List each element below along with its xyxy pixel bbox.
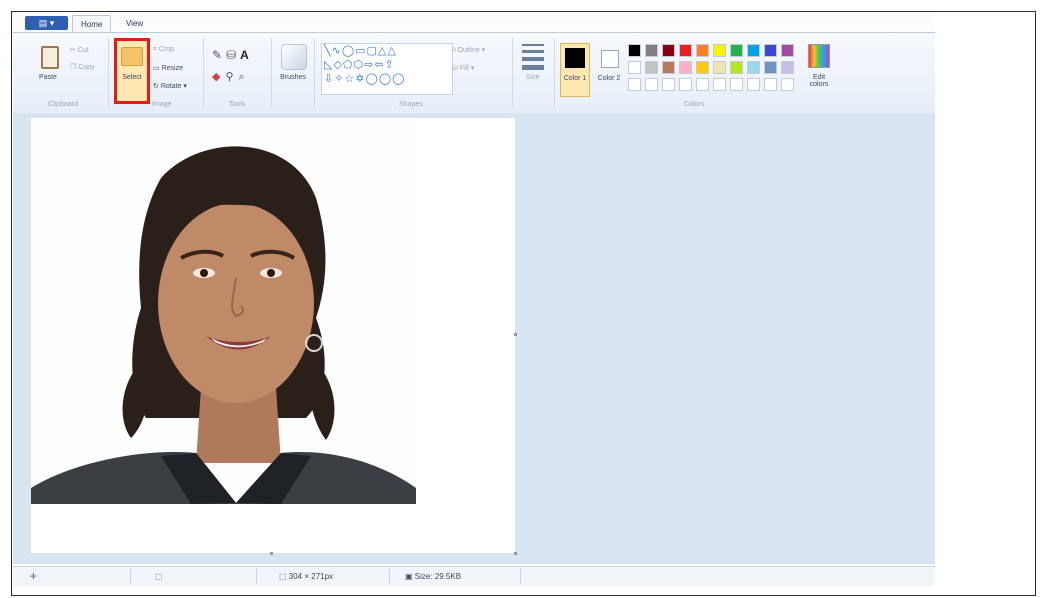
- palette-swatch[interactable]: [696, 61, 709, 74]
- palette-swatch[interactable]: [679, 78, 692, 91]
- palette-swatch[interactable]: [713, 61, 726, 74]
- text-icon[interactable]: A: [240, 48, 253, 62]
- palette-swatch[interactable]: [730, 78, 743, 91]
- tab-home[interactable]: Home: [72, 15, 112, 33]
- palette-swatch[interactable]: [662, 61, 675, 74]
- edit-colors-icon[interactable]: [808, 44, 830, 68]
- tab-view[interactable]: View: [118, 15, 151, 32]
- palette-swatch[interactable]: [747, 78, 760, 91]
- palette-swatch[interactable]: [713, 44, 726, 57]
- palette-swatch[interactable]: [628, 78, 641, 91]
- palette-swatch[interactable]: [747, 61, 760, 74]
- palette-swatch[interactable]: [730, 44, 743, 57]
- palette-swatch[interactable]: [679, 61, 692, 74]
- crop-button[interactable]: ⌗ Crop: [153, 46, 174, 54]
- outline-button[interactable]: ⌑ Outline ▾: [452, 46, 485, 54]
- paste-icon[interactable]: [41, 46, 59, 69]
- palette-swatch[interactable]: [764, 61, 777, 74]
- rotate-button[interactable]: ↻ Rotate ▾: [153, 82, 187, 90]
- copy-button[interactable]: ❐ Copy: [70, 63, 95, 71]
- brushes-button[interactable]: Brushes: [276, 74, 310, 81]
- palette-swatch[interactable]: [645, 44, 658, 57]
- palette-swatch[interactable]: [662, 44, 675, 57]
- edit-colors-button[interactable]: Edit colors: [803, 74, 835, 88]
- palette-swatch[interactable]: [628, 61, 641, 74]
- select-button[interactable]: Select: [114, 74, 150, 81]
- cut-button[interactable]: ✂ Cut: [70, 46, 89, 54]
- palette-swatch[interactable]: [645, 61, 658, 74]
- group-label-clipboard: Clipboard: [48, 101, 78, 108]
- brushes-icon[interactable]: [281, 44, 307, 70]
- color1-button[interactable]: Color 1: [560, 43, 590, 97]
- rotate-icon: ↻: [153, 83, 161, 90]
- size-button[interactable]: Size: [526, 74, 540, 81]
- size-icon[interactable]: [522, 44, 544, 70]
- tools-row1[interactable]: ✎⛁A: [212, 48, 253, 62]
- palette-swatch[interactable]: [628, 44, 641, 57]
- tab-bar: [13, 13, 935, 31]
- resize-handle-right[interactable]: [514, 333, 517, 336]
- cursor-position-icon: ✛: [30, 572, 37, 581]
- resize-handle-corner[interactable]: [514, 552, 517, 555]
- color-picker-icon[interactable]: ⚲: [225, 71, 238, 83]
- palette-swatch[interactable]: [781, 44, 794, 57]
- color2-button[interactable]: Color 2: [594, 43, 624, 97]
- scissors-icon: ✂: [70, 47, 78, 54]
- group-label-shapes: Shapes: [399, 101, 423, 108]
- resize-handle-bottom[interactable]: [270, 552, 273, 555]
- palette-swatch[interactable]: [781, 78, 794, 91]
- face-shape: [158, 203, 314, 403]
- palette-swatch[interactable]: [696, 44, 709, 57]
- palette-swatch[interactable]: [764, 78, 777, 91]
- shapes-gallery[interactable]: ╲∿◯▭▢△△ ◺◇⬠⬡⇨⇦⇧ ⇩✧☆✡◯◯◯: [321, 43, 453, 95]
- palette-swatch[interactable]: [730, 61, 743, 74]
- copy-icon: ❐: [70, 64, 79, 71]
- tools-row2[interactable]: ◆⚲⌕: [212, 70, 250, 84]
- color2-swatch: [601, 50, 619, 68]
- canvas-size-icon: ⬚: [279, 572, 289, 581]
- disk-icon: ▣: [405, 572, 415, 581]
- palette-swatch[interactable]: [764, 44, 777, 57]
- group-label-colors: Colors: [684, 101, 705, 108]
- palette-swatch[interactable]: [645, 78, 658, 91]
- fill-button[interactable]: ⛁ Fill ▾: [452, 64, 474, 72]
- palette-swatch[interactable]: [747, 44, 760, 57]
- pencil-icon[interactable]: ✎: [212, 48, 226, 62]
- select-icon[interactable]: [121, 47, 143, 66]
- palette-swatch[interactable]: [713, 78, 726, 91]
- drawing-canvas[interactable]: [31, 118, 515, 553]
- resize-icon: ▭: [153, 65, 162, 72]
- fill-icon[interactable]: ⛁: [226, 48, 240, 62]
- palette-swatch[interactable]: [662, 78, 675, 91]
- group-label-tools: Tools: [229, 101, 246, 108]
- palette-swatch[interactable]: [696, 78, 709, 91]
- selection-size-icon: ⬚: [155, 572, 163, 581]
- paste-button[interactable]: Paste: [35, 74, 61, 81]
- group-label-image: Image: [152, 101, 172, 108]
- palette-swatch[interactable]: [679, 44, 692, 57]
- portrait-photo: [31, 118, 416, 504]
- file-size: ▣ Size: 29.5KB: [405, 572, 462, 581]
- image-dimensions: ⬚ 304 × 271px: [279, 572, 334, 581]
- color1-swatch: [565, 48, 585, 68]
- paint-menu-button[interactable]: ▤ ▾: [25, 16, 68, 30]
- fill-bucket-icon: ⛁: [452, 65, 460, 72]
- palette-swatch[interactable]: [781, 61, 794, 74]
- status-bar: ✛ ⬚ ⬚ 304 × 271px ▣ Size: 29.5KB: [13, 566, 935, 586]
- eraser-icon[interactable]: ◆: [212, 71, 225, 83]
- resize-button[interactable]: ▭ Resize: [153, 64, 183, 72]
- magnifier-icon[interactable]: ⌕: [239, 71, 250, 83]
